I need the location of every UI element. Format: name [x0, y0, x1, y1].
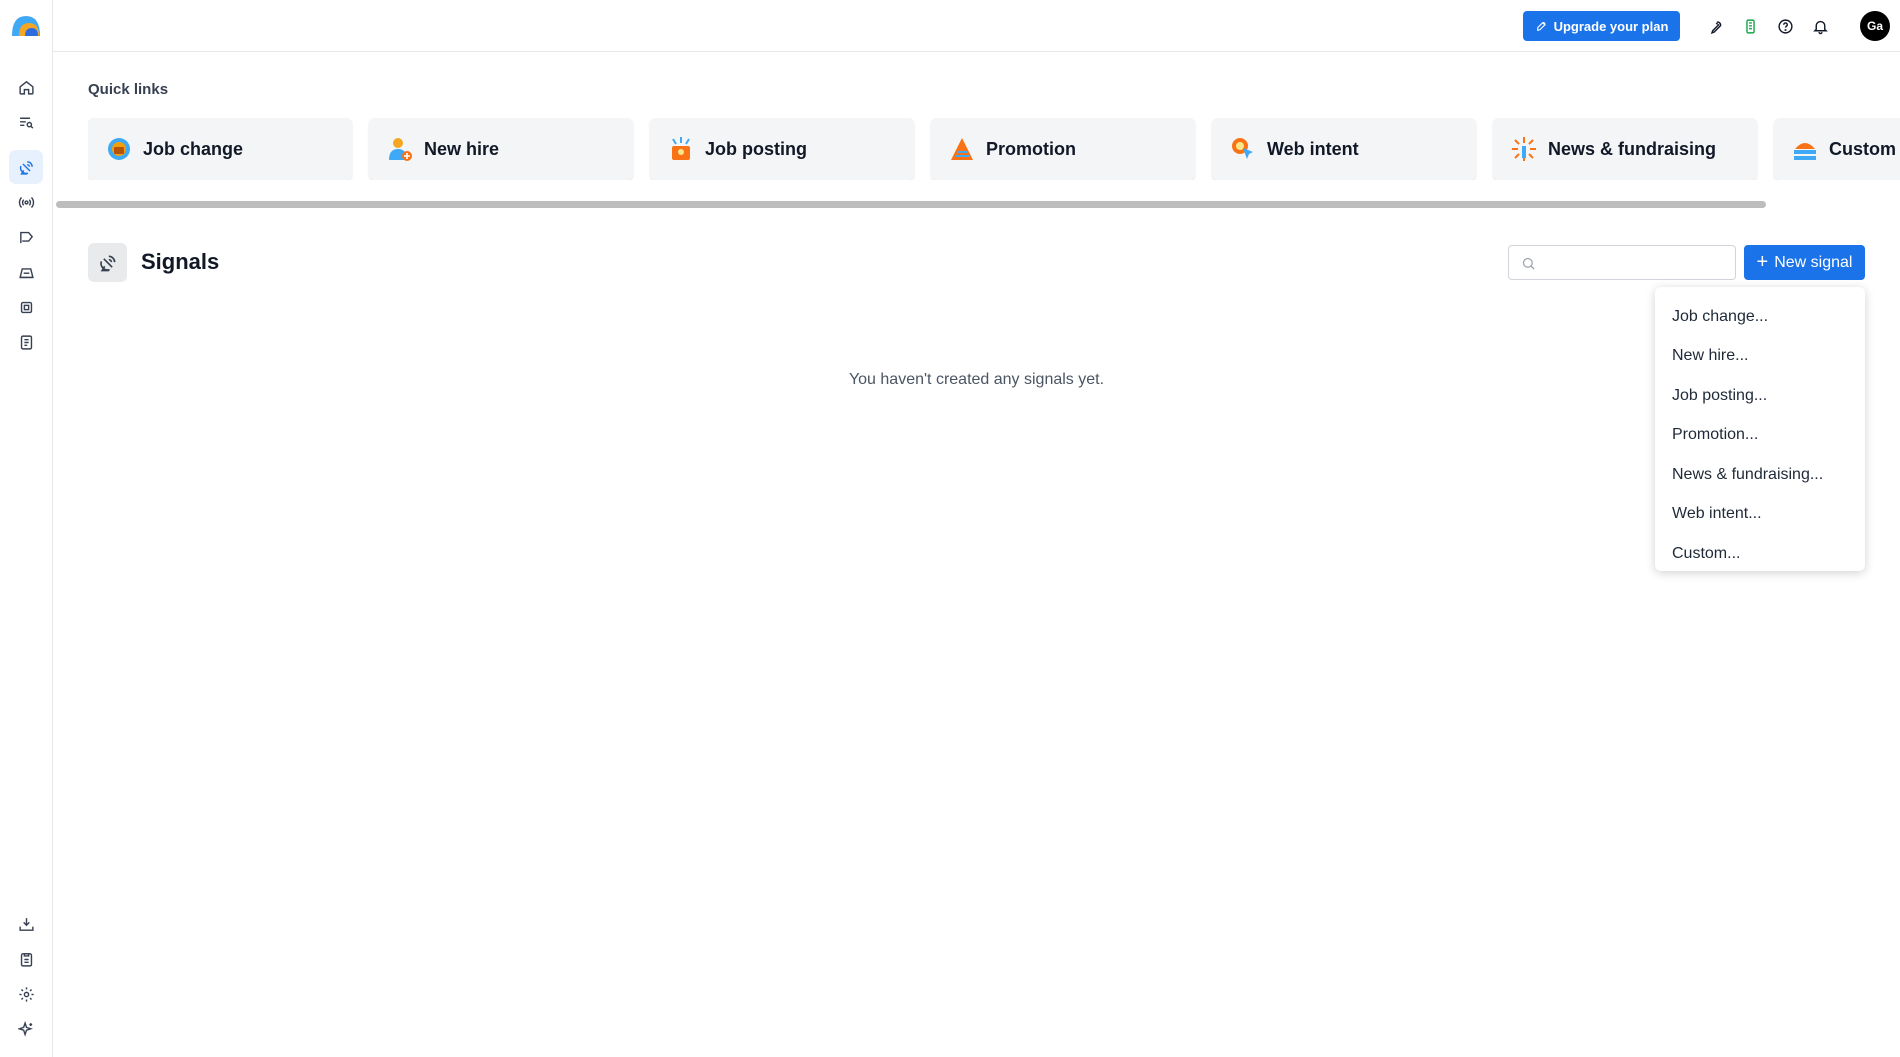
home-nav-button[interactable]	[9, 70, 43, 104]
campaign-nav-button[interactable]	[9, 220, 43, 254]
document-nav-button[interactable]	[9, 325, 43, 359]
menu-item-job-change[interactable]: Job change...	[1655, 297, 1865, 337]
search-input[interactable]	[1509, 246, 1735, 279]
new-hire-icon	[386, 135, 414, 163]
promotion-icon	[948, 135, 976, 163]
gear-icon	[18, 986, 34, 1002]
list-search-nav-button[interactable]	[9, 105, 43, 139]
quick-links-scrollbar[interactable]	[56, 201, 1766, 208]
import-nav-button[interactable]	[9, 907, 43, 941]
web-intent-icon	[1229, 135, 1257, 163]
clipboard-icon	[20, 952, 32, 967]
quick-link-news-fundraising[interactable]: News & fundraising	[1493, 118, 1757, 180]
ai-nav-button[interactable]	[9, 1012, 43, 1046]
chip-icon	[20, 301, 32, 313]
list-search-icon	[19, 117, 33, 129]
clipboard-nav-button[interactable]	[9, 942, 43, 976]
wrench-icon	[1710, 20, 1721, 34]
menu-item-news-fundraising[interactable]: News & fundraising...	[1655, 455, 1865, 495]
sidebar	[0, 0, 53, 1057]
bell-icon	[1812, 20, 1828, 34]
app-logo[interactable]	[10, 12, 42, 38]
tools-button[interactable]	[1704, 15, 1726, 37]
menu-item-custom[interactable]: Custom...	[1655, 534, 1865, 574]
broadcast-icon	[18, 196, 34, 208]
signals-search	[1508, 245, 1736, 280]
help-circle-icon	[1777, 18, 1793, 34]
upgrade-plan-label: Upgrade your plan	[1553, 18, 1669, 34]
plus-icon: +	[1756, 250, 1769, 273]
sparkle-icon	[17, 1020, 33, 1037]
job-posting-icon	[667, 135, 695, 163]
help-button[interactable]	[1774, 15, 1796, 37]
empty-state-message: You haven't created any signals yet.	[848, 371, 1105, 388]
new-signal-dropdown: Job change... New hire... Job posting...…	[1655, 287, 1865, 571]
flag-icon	[19, 231, 33, 243]
inbox-icon	[18, 267, 34, 278]
menu-item-job-posting[interactable]: Job posting...	[1655, 376, 1865, 416]
new-signal-button[interactable]: + New signal	[1744, 245, 1865, 280]
quick-link-job-change[interactable]: Job change	[88, 118, 352, 180]
quick-link-label: Job posting	[705, 138, 807, 159]
menu-item-promotion[interactable]: Promotion...	[1655, 416, 1865, 456]
rocket-icon	[1536, 21, 1546, 31]
avatar-initials: Ga	[1866, 19, 1883, 33]
satellite-dish-icon	[99, 255, 115, 271]
quick-link-label: News & fundraising	[1548, 138, 1717, 159]
top-bar: Upgrade your plan Ga	[53, 0, 1900, 52]
menu-item-new-hire[interactable]: New hire...	[1655, 337, 1865, 377]
quick-link-label: Job change	[143, 138, 244, 159]
news-fundraising-icon	[1510, 135, 1538, 163]
tray-download-icon	[18, 917, 34, 931]
quick-link-label: Promotion	[986, 138, 1076, 159]
document-icon	[20, 334, 32, 350]
quick-link-web-intent[interactable]: Web intent	[1212, 118, 1476, 180]
upgrade-plan-button[interactable]: Upgrade your plan	[1523, 11, 1680, 41]
inbox-nav-button[interactable]	[9, 255, 43, 289]
credits-button[interactable]	[1739, 15, 1761, 37]
quick-link-promotion[interactable]: Promotion	[931, 118, 1195, 180]
settings-nav-button[interactable]	[9, 977, 43, 1011]
custom-icon	[1791, 135, 1819, 163]
page-title: Signals	[141, 249, 220, 274]
signals-header-icon	[88, 243, 127, 282]
chip-nav-button[interactable]	[9, 290, 43, 324]
broadcast-nav-button[interactable]	[9, 185, 43, 219]
quick-links-row: Job change New hire Job posting Promotio…	[88, 118, 1900, 180]
quick-link-label: Web intent	[1267, 138, 1359, 159]
satellite-dish-icon	[19, 160, 33, 175]
home-icon	[18, 80, 34, 95]
quick-link-label: New hire	[424, 138, 500, 159]
quick-links-title: Quick links	[88, 81, 169, 98]
quick-link-job-posting[interactable]: Job posting	[650, 118, 914, 180]
quick-link-new-hire[interactable]: New hire	[369, 118, 633, 180]
search-icon	[1522, 257, 1535, 270]
notifications-button[interactable]	[1809, 15, 1831, 37]
signals-nav-button[interactable]	[9, 150, 43, 184]
new-signal-label: New signal	[1774, 253, 1853, 271]
job-change-icon	[105, 135, 133, 163]
menu-item-web-intent[interactable]: Web intent...	[1655, 495, 1865, 535]
battery-icon	[1745, 18, 1755, 34]
quick-link-custom[interactable]: Custom	[1774, 118, 1900, 180]
quick-link-label: Custom	[1829, 138, 1896, 159]
user-avatar[interactable]: Ga	[1860, 11, 1890, 41]
